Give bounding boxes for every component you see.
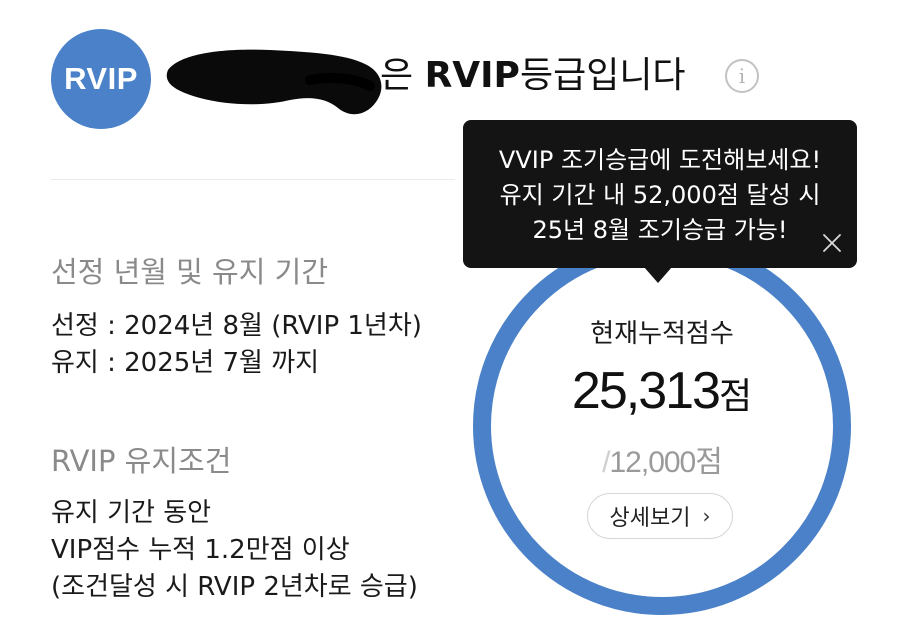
- target-score-value: 12,000점: [609, 446, 722, 479]
- tooltip-arrow: [644, 267, 672, 283]
- current-score: 25,313점: [472, 361, 852, 421]
- redacted-username: [166, 49, 382, 115]
- tooltip-line: VVIP 조기승급에 도전해보세요!: [498, 146, 822, 174]
- condition-line: 유지 기간 동안: [51, 498, 212, 528]
- selection-period-heading: 선정 년월 및 유지 기간: [51, 255, 328, 289]
- grade-statement: 은 RVIP등급입니다: [380, 52, 686, 100]
- tooltip-line: 25년 8월 조기승급 가능!: [532, 216, 788, 244]
- current-score-value: 25,313: [571, 362, 721, 420]
- tooltip-line: 유지 기간 내 52,000점 달성 시: [499, 181, 821, 209]
- current-score-label: 현재누적점수: [590, 319, 734, 349]
- selected-date-line: 선정 : 2024년 8월 (RVIP 1년차): [51, 311, 422, 341]
- grade-avatar: RVIP: [51, 29, 151, 129]
- header-divider: [51, 179, 455, 180]
- condition-line: (조건달성 시 RVIP 2년차로 승급): [51, 572, 418, 602]
- maintain-until-line: 유지 : 2025년 7월 까지: [51, 348, 320, 378]
- target-score: /12,000점: [472, 437, 852, 481]
- condition-line: VIP점수 누적 1.2만점 이상: [51, 535, 350, 565]
- info-icon[interactable]: i: [725, 59, 759, 93]
- score-gauge-fill: [473, 237, 851, 615]
- chevron-right-icon: ›: [702, 504, 711, 528]
- grade-suffix: 등급입니다: [519, 55, 686, 96]
- maintain-condition-heading: RVIP 유지조건: [51, 444, 232, 478]
- avatar-label: RVIP: [64, 61, 138, 96]
- current-score-unit: 점: [718, 376, 753, 417]
- close-icon[interactable]: [821, 232, 843, 254]
- view-details-button[interactable]: 상세보기 ›: [587, 493, 733, 539]
- grade-name: RVIP: [424, 55, 520, 96]
- early-upgrade-tooltip: VVIP 조기승급에 도전해보세요! 유지 기간 내 52,000점 달성 시 …: [463, 120, 857, 268]
- view-details-label: 상세보기: [609, 506, 691, 531]
- name-suffix: 은: [380, 55, 425, 96]
- score-gauge-ring: [473, 237, 851, 615]
